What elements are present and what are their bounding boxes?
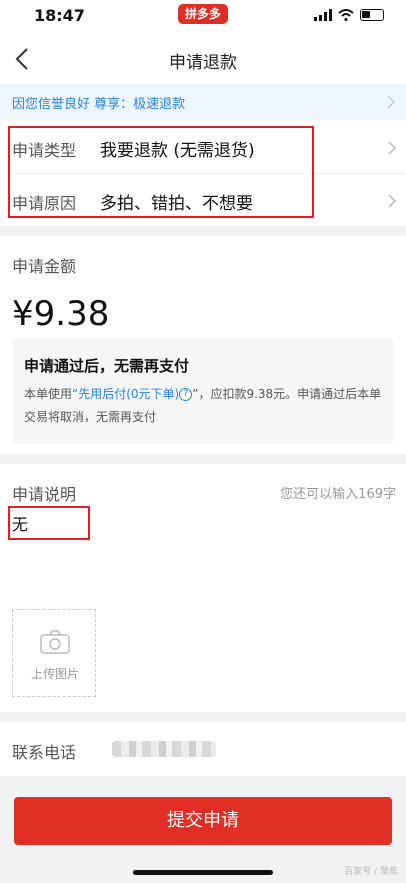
contact-card: 联系电话 — [0, 722, 406, 776]
amount-label: 申请金额 — [12, 257, 77, 276]
pay-later-link[interactable]: “先用后付(0元下单) — [72, 387, 179, 401]
app-badge: 拼多多 — [178, 4, 228, 24]
notice-title: 申请通过后，无需再支付 — [24, 357, 190, 375]
phone-number-blurred[interactable] — [112, 741, 216, 757]
help-circle-icon[interactable]: ? — [179, 388, 193, 401]
refund-amount: ¥9.38 — [12, 294, 110, 334]
home-indicator — [133, 870, 273, 875]
chevron-right-icon — [387, 95, 396, 109]
status-bar: 18:47 拼多多 — [0, 0, 406, 34]
highlight-box — [8, 506, 90, 540]
chevron-right-icon — [388, 194, 397, 208]
status-icons — [314, 9, 384, 21]
camera-icon — [40, 630, 70, 654]
contact-label: 联系电话 — [12, 743, 77, 762]
description-card: 申请说明 您还可以输入169字 无 上传图片 — [0, 464, 406, 712]
chevron-right-icon — [388, 141, 397, 155]
upload-label: 上传图片 — [30, 667, 79, 681]
highlight-box — [8, 126, 314, 218]
status-time: 18:47 — [34, 6, 85, 25]
page-title: 申请退款 — [169, 53, 237, 73]
payment-notice: 申请通过后，无需再支付 本单使用“先用后付(0元下单)? ”，应扣款9.38元。申… — [12, 339, 394, 444]
char-remaining: 您还可以输入169字 — [280, 487, 396, 502]
credit-banner[interactable]: 因您信誉良好 尊享：极速退款 — [0, 84, 406, 120]
credit-banner-text: 因您信誉良好 尊享：极速退款 — [12, 97, 186, 112]
amount-card: 申请金额 ¥9.38 申请通过后，无需再支付 本单使用“先用后付(0元下单)?”… — [0, 236, 406, 454]
upload-image-button[interactable]: 上传图片 — [12, 609, 96, 697]
watermark: 百家号 / 聚焦 — [344, 867, 398, 877]
nav-bar: 申请退款 — [0, 34, 406, 84]
description-label: 申请说明 — [12, 485, 77, 504]
signal-icon — [314, 9, 332, 21]
notice-body: 本单使用“先用后付(0元下单)? ”，应扣款9.38元。申请通过后本单交易将取消，… — [24, 383, 388, 429]
battery-icon — [360, 9, 384, 21]
submit-button[interactable]: 提交申请 — [14, 797, 392, 845]
wifi-icon — [338, 9, 354, 21]
notice-prefix: 本单使用 — [24, 387, 73, 401]
